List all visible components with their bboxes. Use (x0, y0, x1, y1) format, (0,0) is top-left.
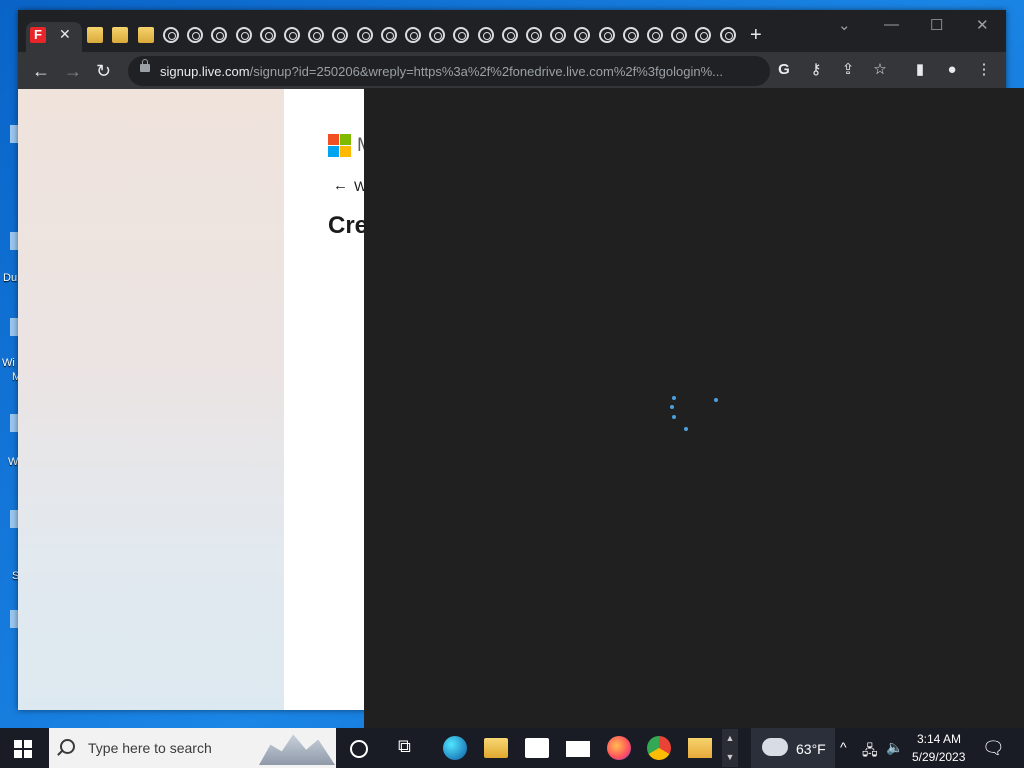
windows-start-icon[interactable] (14, 740, 32, 758)
forward-icon[interactable]: → (64, 61, 82, 82)
temperature: 63°F (796, 741, 826, 757)
chrome-tab-icon[interactable] (550, 27, 567, 43)
lock-icon (140, 59, 150, 72)
back-icon[interactable]: ← (32, 61, 50, 82)
chrome-tab-icon[interactable] (647, 27, 663, 43)
tab-strip: F ✕ + ⌄ — ☐ ✕ (18, 10, 1006, 52)
address-bar[interactable]: signup.live.com/signup?id=250206&wreply=… (128, 56, 770, 86)
minimize-button[interactable]: — (884, 16, 899, 33)
desktop-icon[interactable] (10, 125, 18, 143)
chrome-tab-icon[interactable] (695, 27, 712, 43)
key-icon[interactable]: ⚷ (808, 62, 824, 78)
tab-close-icon[interactable]: ✕ (59, 26, 71, 43)
weather-cloud-icon (762, 738, 788, 756)
chrome-tab-icon[interactable] (477, 27, 494, 43)
loading-spinner-dot (670, 405, 674, 409)
chrome-tab-icon[interactable] (163, 27, 179, 43)
bookmark-star-icon[interactable]: ☆ (872, 62, 888, 78)
store-icon[interactable] (525, 738, 549, 758)
chrome-tab-icon[interactable] (671, 27, 688, 43)
start-pane (24, 740, 32, 748)
start-pane (24, 750, 32, 758)
desktop-icon-label: Wi (2, 357, 15, 369)
chrome-tab-icon[interactable] (598, 27, 615, 43)
network-icon[interactable]: 🖧 (862, 740, 878, 764)
volume-muted-icon[interactable]: 🔈 (886, 739, 903, 756)
chrome-tab-icon[interactable] (380, 27, 397, 43)
profile-icon[interactable]: ● (944, 62, 960, 78)
url-path: /signup?id=250206&wreply=https%3a%2f%2fo… (249, 64, 723, 79)
chrome-tab-icon[interactable] (211, 27, 228, 43)
chrome-tab-icon[interactable] (187, 27, 204, 43)
chrome-tab-icon[interactable] (622, 27, 639, 43)
chrome-tab-icon[interactable] (308, 27, 325, 43)
loading-spinner-dot (714, 398, 718, 402)
chrome-tab-icon[interactable] (332, 27, 349, 43)
microsoft-logo-icon (328, 134, 352, 158)
chrome-tab-icon[interactable] (429, 27, 446, 43)
tab-favicon-icon: F (30, 27, 46, 43)
firefox-icon[interactable] (607, 736, 631, 760)
chrome-tab-icon[interactable] (719, 27, 736, 43)
desktop-icon[interactable] (10, 414, 18, 432)
mail-icon[interactable] (566, 741, 590, 757)
logo-square-yellow (340, 146, 351, 157)
reload-icon[interactable]: ↻ (96, 61, 111, 82)
share-icon[interactable]: ⇪ (840, 62, 856, 78)
chrome-tab-icon[interactable] (284, 27, 300, 43)
desktop-icon[interactable] (10, 318, 18, 336)
close-window-button[interactable]: ✕ (976, 16, 989, 34)
notes-icon[interactable] (688, 738, 712, 758)
desktop-icon[interactable] (10, 232, 18, 250)
show-hidden-icons-chevron[interactable]: ^ (840, 739, 847, 755)
back-arrow-icon[interactable]: ← (333, 177, 348, 194)
taskbar-scroll[interactable]: ▲ ▼ (722, 729, 738, 767)
loading-overlay (364, 88, 1024, 728)
loading-spinner-dot (684, 427, 688, 431)
maximize-button[interactable]: ☐ (930, 16, 943, 34)
desktop-icon[interactable] (10, 510, 18, 528)
side-panel-icon[interactable]: ▮ (912, 62, 928, 78)
loading-spinner-dot (672, 415, 676, 419)
clock-date[interactable]: 5/29/2023 (912, 750, 965, 764)
chrome-tab-icon[interactable] (501, 27, 518, 43)
url-text[interactable]: signup.live.com/signup?id=250206&wreply=… (160, 64, 760, 79)
chrome-tab-icon[interactable] (574, 27, 591, 43)
chrome-icon[interactable] (647, 736, 671, 760)
chrome-tab-icon[interactable] (405, 27, 421, 43)
tab-search-icon[interactable]: ⌄ (838, 16, 851, 34)
page-background-panel (18, 89, 284, 710)
folder-icon[interactable] (112, 27, 128, 43)
desktop-icon-label: Du (3, 272, 18, 284)
task-view-icon[interactable]: ⧉ (398, 736, 422, 760)
logo-square-green (340, 134, 351, 145)
chrome-tab-icon[interactable] (453, 27, 470, 43)
start-pane (14, 750, 22, 758)
chrome-tab-icon[interactable] (235, 27, 252, 43)
desktop-icon-label: W (8, 456, 19, 468)
clock-time[interactable]: 3:14 AM (917, 732, 961, 746)
folder-icon[interactable] (138, 27, 154, 43)
browser-toolbar: ← → ↻ signup.live.com/signup?id=250206&w… (18, 52, 1006, 89)
start-pane (14, 740, 22, 748)
desktop-icon[interactable] (10, 610, 18, 628)
url-host: signup.live.com (160, 64, 250, 79)
chrome-tab-icon[interactable] (356, 27, 373, 43)
logo-square-red (328, 134, 339, 145)
menu-icon[interactable]: ⋮ (976, 62, 992, 78)
google-icon[interactable]: G (776, 62, 792, 78)
edge-icon[interactable] (443, 736, 467, 760)
page-heading: Cre (328, 212, 369, 239)
folder-icon[interactable] (87, 27, 103, 43)
chrome-tab-icon[interactable] (526, 27, 542, 43)
search-icon (60, 739, 75, 754)
search-placeholder[interactable]: Type here to search (88, 740, 212, 756)
chrome-tab-icon[interactable] (259, 27, 276, 43)
new-tab-button[interactable]: + (750, 24, 762, 47)
logo-square-blue (328, 146, 339, 157)
cortana-icon[interactable] (350, 740, 368, 758)
file-explorer-icon[interactable] (484, 738, 508, 758)
loading-spinner-dot (672, 396, 676, 400)
notifications-icon[interactable]: 🗨 (982, 738, 1005, 759)
